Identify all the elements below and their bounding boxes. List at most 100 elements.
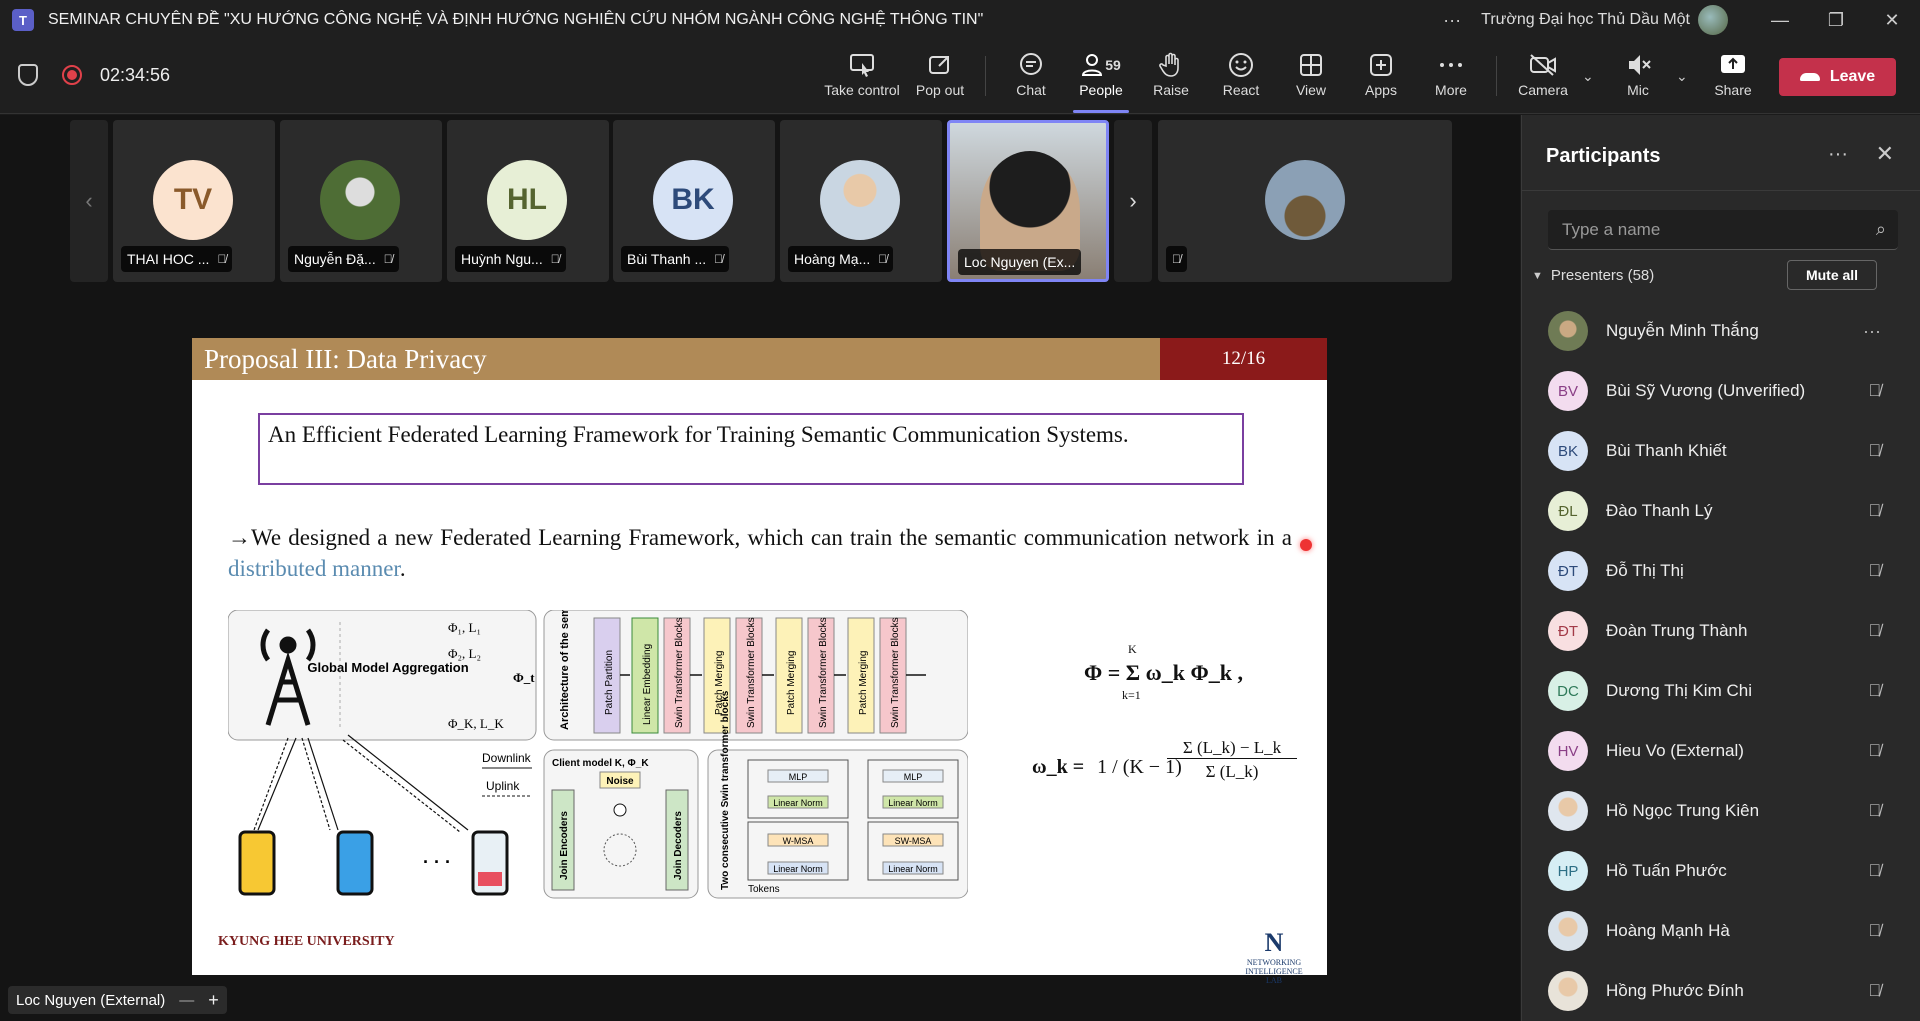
tile-name-text: Nguyễn Đặ... [294, 251, 376, 267]
participant-tile[interactable]: TV THAI HOC ... 🎙̸ [113, 120, 275, 282]
meeting-timer: 02:34:56 [100, 64, 171, 85]
mic-button[interactable]: Mic [1603, 50, 1673, 106]
presenters-section-header[interactable]: ▼ Presenters (58) [1532, 267, 1654, 284]
title-more-icon[interactable]: ··· [1443, 10, 1461, 31]
people-button[interactable]: 59 People [1066, 50, 1136, 106]
mic-off-icon[interactable]: 🎙̸ [1868, 561, 1881, 581]
linear-norm-label: Linear Norm [888, 798, 938, 808]
react-button[interactable]: React [1206, 50, 1276, 106]
mic-off-icon[interactable]: 🎙̸ [1868, 741, 1881, 761]
take-control-button[interactable]: Take control [824, 50, 900, 106]
caret-down-icon: ▼ [1532, 269, 1543, 282]
mic-off-icon[interactable]: 🎙̸ [1868, 381, 1881, 401]
tile-name: Huỳnh Ngu... 🎙̸ [455, 246, 566, 272]
panel-more-icon[interactable]: ··· [1828, 143, 1848, 166]
avatar: HL [487, 160, 567, 240]
nil-logo-mark: N [1264, 928, 1284, 957]
participant-tile[interactable]: Hoàng Mạ... 🎙̸ [780, 120, 942, 282]
participant-tile[interactable]: BK Bùi Thanh ... 🎙̸ [613, 120, 775, 282]
phone-hangup-icon [1799, 73, 1820, 81]
tile-name: Nguyễn Đặ... 🎙̸ [288, 246, 399, 272]
camera-off-icon [1529, 50, 1557, 80]
mic-off-icon[interactable]: 🎙̸ [1868, 981, 1881, 1001]
org-name[interactable]: Trường Đại học Thủ Dầu Một [1481, 11, 1690, 29]
share-button[interactable]: Share [1698, 50, 1768, 106]
leave-button[interactable]: Leave [1779, 58, 1896, 96]
camera-options-chevron-icon[interactable]: ⌄ [1582, 68, 1594, 85]
zoom-in-button[interactable]: + [208, 990, 219, 1011]
participant-row[interactable]: HP Hồ Tuấn Phước 🎙̸ [1522, 841, 1920, 901]
participant-row[interactable]: Hồng Phước Đính 🎙̸ [1522, 961, 1920, 1021]
mute-all-button[interactable]: Mute all [1787, 260, 1877, 290]
strip-next-button[interactable]: › [1114, 120, 1152, 282]
avatar: ĐT [1548, 551, 1588, 591]
mic-off-icon[interactable]: 🎙̸ [1868, 921, 1881, 941]
avatar: BV [1548, 371, 1588, 411]
restore-button[interactable]: ❐ [1808, 0, 1864, 40]
avatar: ĐL [1548, 491, 1588, 531]
zoom-out-button[interactable]: — [179, 992, 194, 1009]
join-encoders-label: Join Encoders [559, 811, 570, 880]
svg-text:Global Model Aggregation: Global Model Aggregation [307, 660, 468, 675]
close-button[interactable]: ✕ [1864, 0, 1920, 40]
bullet-suffix: . [399, 556, 406, 581]
participant-tile[interactable]: Nguyễn Đặ... 🎙̸ [280, 120, 442, 282]
panel-close-icon[interactable]: ✕ [1876, 141, 1894, 167]
strip-prev-button[interactable]: ‹ [70, 120, 108, 282]
people-count: 59 [1105, 57, 1121, 73]
participant-row[interactable]: Hồ Ngọc Trung Kiên 🎙̸ [1522, 781, 1920, 841]
more-options-icon[interactable]: ··· [1863, 321, 1881, 342]
camera-button[interactable]: Camera [1508, 50, 1578, 106]
slide-title: Proposal III: Data Privacy [204, 344, 487, 374]
raise-hand-button[interactable]: Raise [1136, 50, 1206, 106]
participant-row[interactable]: HV Hieu Vo (External) 🎙̸ [1522, 721, 1920, 781]
formula1-upper: K [1128, 642, 1137, 656]
panel-title: Participants [1546, 145, 1661, 167]
participant-row[interactable]: BK Bùi Thanh Khiết 🎙̸ [1522, 421, 1920, 481]
mic-off-icon[interactable]: 🎙̸ [1868, 621, 1881, 641]
participant-row[interactable]: Nguyễn Minh Thắng ··· [1522, 301, 1920, 361]
smiley-icon [1228, 50, 1254, 80]
search-icon[interactable]: ⌕ [1876, 219, 1886, 240]
participant-tile[interactable]: 🎙̸ [1158, 120, 1452, 282]
active-speaker-tile[interactable]: Loc Nguyen (Ex... [947, 120, 1109, 282]
mic-off-icon[interactable]: 🎙̸ [1868, 801, 1881, 821]
mic-off-icon[interactable]: 🎙̸ [1868, 501, 1881, 521]
mic-off-icon[interactable]: 🎙̸ [1868, 861, 1881, 881]
meeting-toolbar: 02:34:56 Take control Pop out Chat 59 Pe… [0, 40, 1920, 114]
participant-name: Bùi Thanh Khiết [1606, 441, 1727, 460]
search-input[interactable]: Type a name ⌕ [1548, 210, 1898, 250]
more-button[interactable]: More [1416, 50, 1486, 106]
mic-off-icon[interactable]: 🎙̸ [1868, 441, 1881, 461]
chat-button[interactable]: Chat [996, 50, 1066, 106]
participant-row[interactable]: ĐT Đỗ Thị Thị 🎙̸ [1522, 541, 1920, 601]
minimize-button[interactable]: — [1752, 0, 1808, 40]
people-icon: 59 [1081, 50, 1121, 80]
participant-tile[interactable]: HL Huỳnh Ngu... 🎙̸ [447, 120, 609, 282]
view-button[interactable]: View [1276, 50, 1346, 106]
networking-lab-logo: N NETWORKING INTELLIGENCE LAB [1239, 928, 1309, 985]
participant-row[interactable]: ĐL Đào Thanh Lý 🎙̸ [1522, 481, 1920, 541]
bullet-highlight: distributed manner [228, 556, 400, 581]
shield-icon[interactable] [18, 64, 38, 86]
participant-row[interactable]: ĐT Đoàn Trung Thành 🎙̸ [1522, 601, 1920, 661]
tile-name-text: Bùi Thanh ... [627, 251, 707, 267]
join-decoders-label: Join Decoders [673, 811, 684, 880]
pop-out-button[interactable]: Pop out [905, 50, 975, 106]
more-label: More [1435, 82, 1467, 98]
mic-off-icon: 🎙̸ [383, 252, 393, 266]
slide-boxed-title: An Efficient Federated Learning Framewor… [258, 413, 1244, 485]
participant-row[interactable]: BV Bùi Sỹ Vương (Unverified) 🎙̸ [1522, 361, 1920, 421]
participant-row[interactable]: Hoàng Mạnh Hà 🎙̸ [1522, 901, 1920, 961]
phi1-label: Φ₁, L₁ [448, 620, 481, 635]
phit-label: Φ_t [513, 670, 535, 685]
mic-options-chevron-icon[interactable]: ⌄ [1676, 68, 1688, 85]
mic-off-icon[interactable]: 🎙̸ [1868, 681, 1881, 701]
uplink-label: Uplink [486, 779, 520, 793]
view-label: View [1295, 82, 1327, 98]
account-avatar[interactable] [1698, 5, 1728, 35]
patch-merging-label: Patch Merging [858, 651, 869, 715]
participant-name: Đào Thanh Lý [1606, 501, 1713, 520]
apps-button[interactable]: Apps [1346, 50, 1416, 106]
participant-row[interactable]: DC Dương Thị Kim Chi 🎙̸ [1522, 661, 1920, 721]
